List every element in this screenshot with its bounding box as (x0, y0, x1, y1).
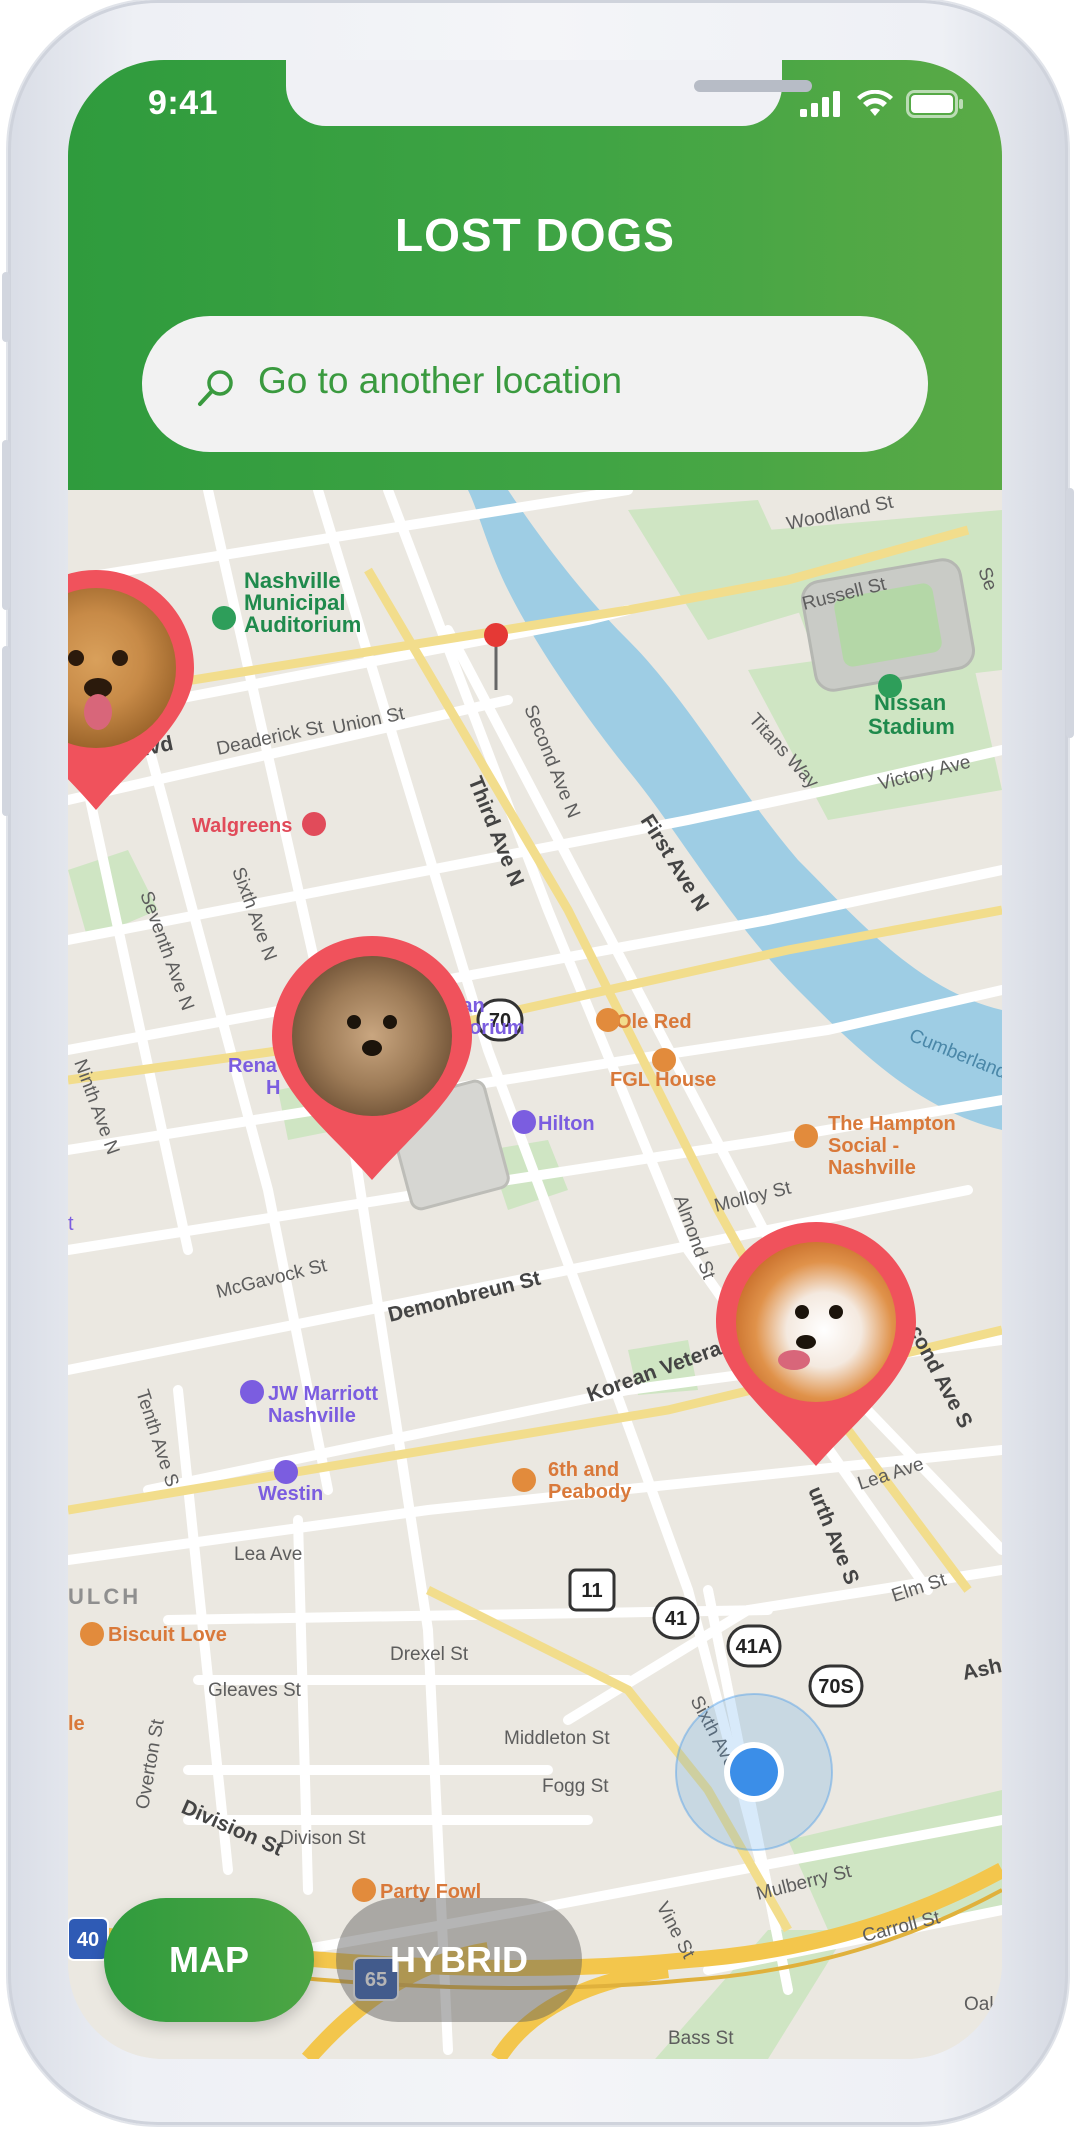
route-41-shield: 41 (665, 1608, 687, 1630)
dog-pin-golden-retriever[interactable] (68, 570, 194, 810)
corgi-photo (736, 1242, 896, 1402)
map-label-6th-peabody-2: Peabody (548, 1481, 632, 1503)
cellular-signal-icon (800, 91, 844, 121)
app-screen: 70 11 41 41A 70S 40 65 Nashville Municip… (68, 60, 1002, 2059)
map-view[interactable]: 70 11 41 41A 70S 40 65 Nashville Municip… (68, 490, 1002, 2059)
map-label-hilton: Hilton (538, 1113, 595, 1135)
map-mode-button[interactable]: MAP (104, 1898, 314, 2022)
dog-pin-corgi[interactable] (716, 1222, 916, 1466)
hybrid-mode-button[interactable]: HYBRID (336, 1898, 582, 2022)
map-label-t-edge: t (68, 1213, 74, 1235)
page-title: LOST DOGS (395, 209, 675, 261)
street-gleaves: Gleaves St (208, 1680, 302, 1701)
map-label-renaissance: Rena (228, 1055, 278, 1077)
dog-pin-yorkshire-terrier[interactable] (272, 936, 472, 1180)
wifi-icon (856, 89, 894, 122)
battery-icon (906, 90, 964, 122)
map-label-le-edge: le (68, 1713, 85, 1735)
map-label-biscuit-love: Biscuit Love (108, 1624, 227, 1646)
map-label-jw-marriott-1: JW Marriott (268, 1383, 378, 1405)
status-time: 9:41 (148, 84, 219, 122)
street-lea-ave: Lea Ave (234, 1544, 302, 1565)
power-button (1066, 488, 1074, 738)
map-label-stadium-2: Stadium (868, 714, 955, 739)
device-notch (286, 60, 812, 126)
status-icons (800, 89, 964, 122)
map-label-hampton-3: Nashville (828, 1157, 916, 1179)
street-fogg: Fogg St (542, 1776, 609, 1797)
street-middleton: Middleton St (504, 1728, 610, 1749)
earpiece-speaker (694, 80, 812, 92)
yorkshire-terrier-photo (292, 956, 452, 1116)
search-placeholder[interactable]: Go to another location (258, 360, 622, 402)
map-label-fgl-house: FGL House (610, 1069, 716, 1091)
street-oak: Oak (964, 1994, 999, 2015)
silent-switch (2, 646, 10, 816)
map-label-walgreens: Walgreens (192, 815, 292, 837)
map-label-ole-red: Ole Red (616, 1011, 692, 1033)
map-mode-toggle: MAP HYBRID (104, 1898, 582, 2022)
app-header: 9:41 LOST DOGS Go to another location (68, 60, 1002, 490)
location-search-bar[interactable]: Go to another location (142, 316, 928, 452)
search-icon (196, 368, 236, 408)
map-label-gulch: ULCH (68, 1584, 141, 1609)
map-label-westin: Westin (258, 1483, 323, 1505)
street-bass: Bass St (668, 2028, 734, 2049)
current-location-dot (730, 1748, 778, 1796)
route-11-shield: 11 (581, 1580, 602, 1602)
volume-down-button (2, 440, 10, 610)
route-70s-shield: 70S (818, 1676, 854, 1698)
map-label-auditorium-3: Auditorium (244, 612, 361, 637)
map-label-6th-peabody-1: 6th and (548, 1459, 619, 1481)
interstate-40-shield: 40 (77, 1929, 99, 1951)
route-41a-shield: 41A (736, 1636, 773, 1658)
map-label-hampton-1: The Hampton (828, 1113, 956, 1135)
volume-up-button (2, 272, 10, 342)
street-divison: Divison St (280, 1828, 366, 1849)
map-label-jw-marriott-2: Nashville (268, 1405, 356, 1427)
map-label-hampton-2: Social - (828, 1135, 899, 1157)
street-drexel: Drexel St (390, 1644, 469, 1665)
